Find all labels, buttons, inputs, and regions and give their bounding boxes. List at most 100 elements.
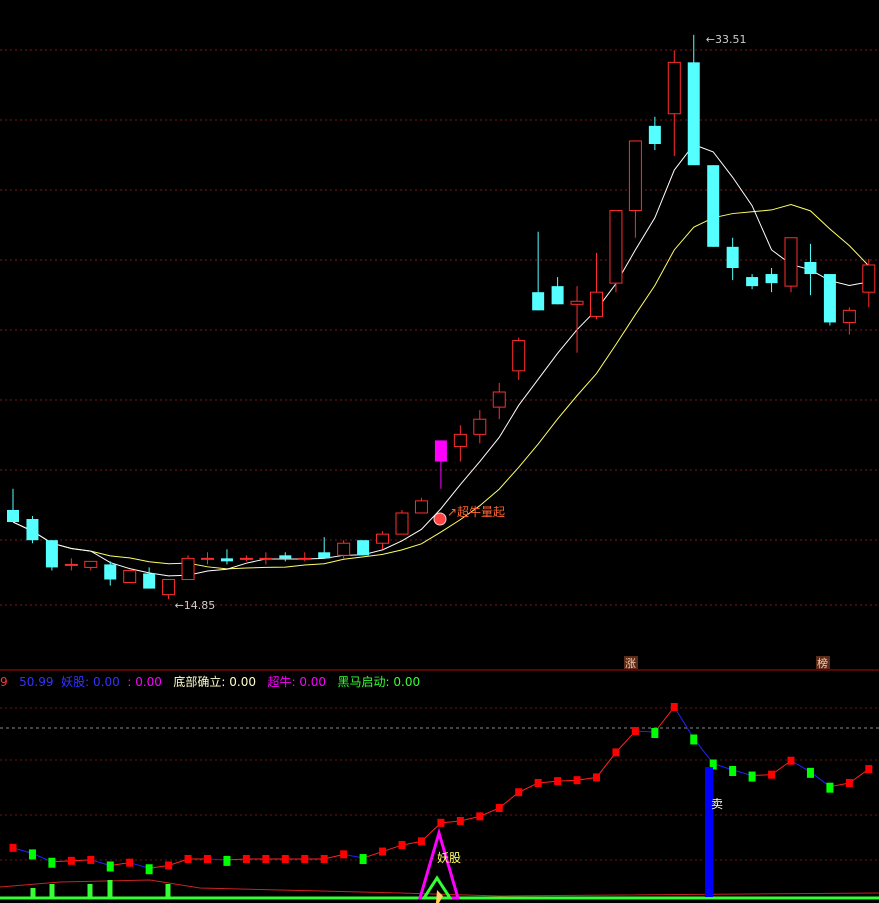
ind-bar (204, 854, 211, 863)
ind-bar (145, 864, 153, 875)
yaogu-text: 妖股 (437, 851, 461, 865)
candle-body (414, 500, 428, 514)
ind-bar (320, 854, 328, 863)
candle-body (259, 557, 273, 560)
ind-spike (49, 884, 55, 898)
ind-bar (806, 767, 814, 778)
ind-bar (28, 849, 36, 860)
ind-bar (495, 804, 503, 812)
yaogu-value: 0.00 (93, 675, 120, 689)
candle-body (823, 274, 836, 323)
ind-bar (126, 858, 134, 867)
candle-body (26, 519, 39, 541)
candle-body (784, 237, 798, 287)
sep-item: : 0.00 (123, 675, 162, 689)
ind-bar (826, 782, 834, 793)
cursor-hand-icon (436, 890, 443, 903)
ind-bar (573, 776, 581, 785)
ind-bar (67, 856, 75, 865)
indicator-header: 9 50.99 妖股: 0.00 : 0.00 底部确立: 0.00 超牛: 0… (0, 673, 420, 690)
heima-item: 黑马启动: 0.00 (330, 675, 421, 689)
indicator-v1: 50.99 (11, 675, 53, 689)
ind-line-seg (673, 706, 695, 739)
ind-bar (184, 854, 192, 863)
indicator-prefix: 9 (0, 675, 8, 689)
candle-body (318, 552, 331, 559)
ind-bar (631, 727, 639, 736)
candle-body (804, 261, 817, 275)
ind-bar (515, 788, 523, 797)
candle-body (746, 277, 759, 287)
ind-bar (554, 777, 562, 786)
yaogu-triangle (417, 827, 461, 900)
heima-label: 黑马启动: (337, 675, 390, 689)
candle-body (64, 563, 78, 566)
dibu-item: 底部确立: 0.00 (166, 675, 256, 689)
ind-bar (262, 854, 270, 863)
candle-body (512, 340, 526, 372)
ind-bar (534, 778, 542, 787)
ind-bar (768, 770, 776, 779)
ind-bar (612, 748, 620, 757)
ind-bar (845, 778, 853, 787)
chaoniu-label: 超牛: (267, 675, 296, 689)
candle-body (143, 573, 156, 589)
ind-bar (456, 816, 464, 825)
candle-body (104, 564, 117, 580)
ind-bar (48, 857, 56, 868)
ind-bar (670, 702, 678, 711)
yaogu-label: 妖股: (61, 675, 90, 689)
candle-body (628, 140, 642, 212)
high-price-label: ←33.51 (706, 33, 747, 46)
candle-body (7, 509, 19, 523)
chaoniu-item: 超牛: 0.00 (260, 675, 326, 689)
ind-bar (87, 855, 95, 864)
candle-body (162, 579, 176, 596)
ind-spike (165, 884, 171, 898)
candle-body (726, 246, 739, 268)
candle-body (570, 300, 584, 305)
candle-body (201, 557, 214, 560)
signal-label: ↗超牛量起 (447, 504, 505, 519)
ind-bar (593, 773, 600, 782)
candle-body (395, 512, 409, 535)
candle-body (298, 557, 312, 560)
sell-text: 卖 (711, 797, 723, 811)
candle-body (357, 540, 370, 556)
candle-body (123, 569, 137, 584)
candle-body (551, 286, 564, 305)
v1-value: 50.99 (19, 675, 54, 689)
ind-bar (437, 818, 445, 827)
price-chart: ←33.51 ←14.85 ↗超牛量起涨 榜妖股 卖 (0, 33, 879, 903)
ind-bar (165, 861, 173, 870)
candle-body (376, 533, 390, 544)
chaoniu-value: 0.00 (299, 675, 327, 689)
candle-body (181, 557, 195, 581)
badge-zhang: 涨 (625, 657, 636, 670)
dibu-value: 0.00 (229, 675, 256, 689)
ind-bar (301, 854, 309, 863)
candle-body (434, 440, 447, 462)
stock-chart-stage: ←33.51 ←14.85 ↗超牛量起涨 榜妖股 卖 9 50.99 妖股: 0.00 … (0, 0, 879, 903)
heima-value: 0.00 (393, 675, 421, 689)
ind-spike (107, 880, 113, 898)
candle-body (590, 291, 603, 317)
ind-bar (281, 854, 289, 863)
candle-body (609, 210, 623, 284)
candle-body (765, 274, 778, 284)
candle-body (239, 557, 253, 560)
ind-bar (865, 765, 873, 774)
ind-bar (476, 812, 484, 821)
low-price-label: ←14.85 (175, 599, 216, 612)
ind-bar (651, 728, 659, 738)
candle-body (279, 555, 292, 559)
ind-bar (787, 756, 795, 765)
sep-value: 0.00 (135, 675, 162, 689)
badge-bang: 榜 (817, 656, 828, 670)
ind-bar (379, 847, 387, 856)
ma-short-line (12, 144, 869, 577)
candle-body (453, 433, 467, 447)
ind-bar (106, 861, 114, 872)
ind-spike (87, 884, 93, 898)
signal-ball-icon (433, 512, 447, 526)
